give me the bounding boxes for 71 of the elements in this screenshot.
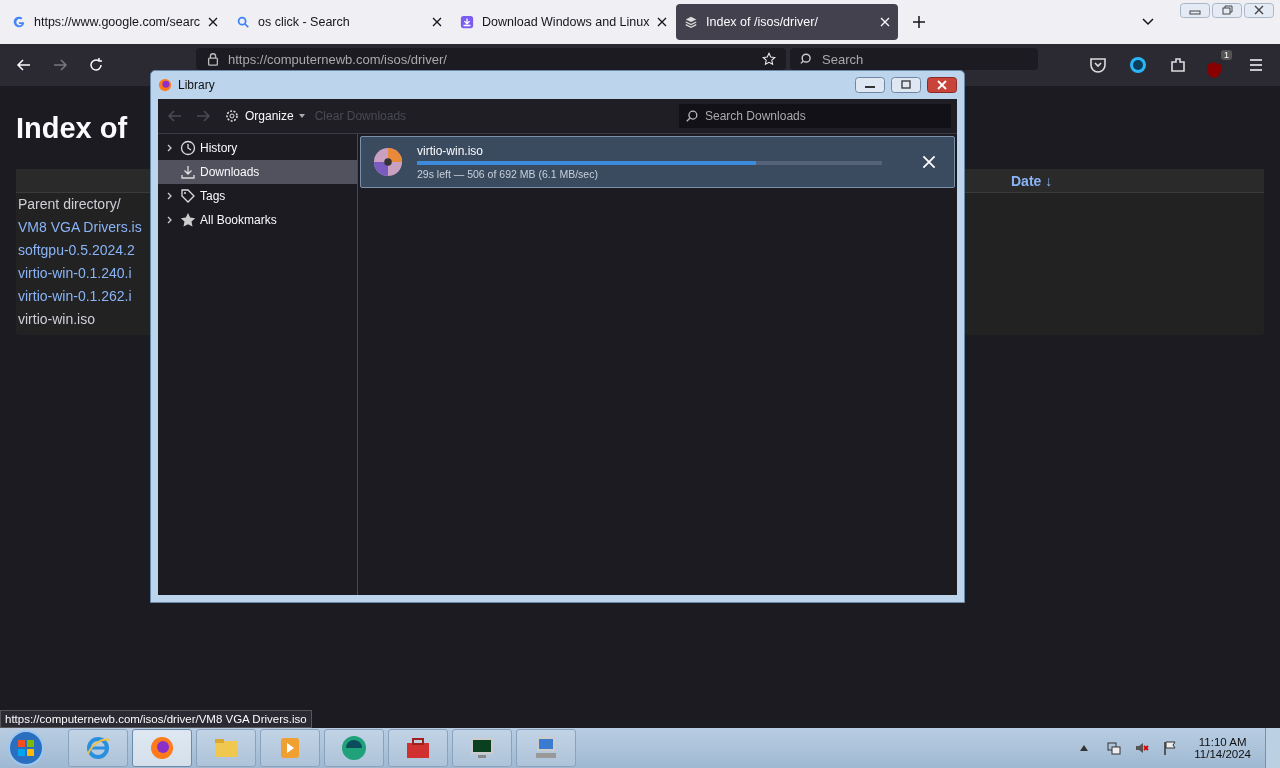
search-field[interactable]: Search [790,48,1038,70]
download-item[interactable]: virtio-win.iso 29s left — 506 of 692 MB (6.1 MB/sec) [360,136,955,188]
link-status-tooltip: https://computernewb.com/isos/driver/VM8 VGA Drivers.iso [0,710,312,728]
star-icon [180,212,196,228]
search-icon [800,52,814,66]
download-icon [460,15,474,29]
new-tab-button[interactable] [912,15,926,29]
browser-tab[interactable]: Index of /isos/driver/ [676,4,898,40]
tab-list-button[interactable] [1142,18,1154,26]
lock-icon [206,52,220,66]
network-icon[interactable] [1106,740,1123,756]
sidebar-item[interactable]: History [158,136,357,160]
shield-icon [1204,60,1224,80]
search-icon [236,15,250,29]
gear-icon [224,108,240,124]
file-link[interactable]: virtio-win-0.1.240.i [16,262,132,285]
file-link[interactable]: Parent directory/ [16,193,121,216]
show-hidden-icons-button[interactable] [1080,745,1089,751]
file-link[interactable]: virtio-win-0.1.262.i [16,285,132,308]
file-link[interactable]: VM8 VGA Drivers.is [16,216,142,239]
maximize-button[interactable] [891,77,921,93]
sidebar-item[interactable]: All Bookmarks [158,208,357,232]
extensions-icon[interactable] [1168,55,1188,75]
browser-tab[interactable]: os click - Search [228,4,450,40]
taskbar-app-button[interactable] [452,729,512,767]
page-heading: Index of [16,112,128,145]
notification-badge: 1 [1221,50,1232,60]
time-text[interactable]: 11:10 AM [1198,736,1247,748]
search-icon [685,109,699,123]
firefox-icon [158,78,172,92]
date-text[interactable]: 11/14/2024 [1194,748,1251,760]
file-name: virtio-win.iso [417,144,484,158]
start-button[interactable] [6,728,46,768]
search-downloads-field[interactable]: Search Downloads [679,104,951,128]
globe-icon [340,734,368,762]
date-column-header[interactable]: Date ↓ [1011,172,1053,189]
download-status: 29s left — 506 of 692 MB (6.1 MB/sec) [417,168,599,180]
taskbar-app-button[interactable] [324,729,384,767]
disc-icon [373,147,403,177]
close-icon[interactable] [208,17,219,27]
sidebar-item[interactable]: Downloads [158,160,357,184]
browser-tab[interactable]: https://www.google.com/searc [4,4,226,40]
taskbar-app-button[interactable] [132,729,192,767]
sidebar-item[interactable]: Tags [158,184,357,208]
close-button[interactable] [927,77,957,93]
close-button[interactable] [1244,3,1274,18]
flag-icon[interactable] [1162,740,1179,756]
pocket-icon[interactable] [1088,55,1108,75]
firefox-icon [148,734,176,762]
account-icon[interactable] [1128,55,1148,75]
caret-icon [298,114,305,118]
minimize-button[interactable] [855,77,885,93]
browser-globe-icon [84,734,112,762]
tag-icon [180,188,196,204]
bookmark-star-icon[interactable] [762,52,776,66]
close-icon[interactable] [657,17,668,27]
window-title: Library [178,78,215,92]
restore-button[interactable] [1212,3,1242,18]
clock-icon [180,140,196,156]
address-bar[interactable]: https://computernewb.com/isos/driver/ [196,48,786,70]
stack-icon [684,15,698,29]
close-icon[interactable] [432,17,442,27]
download-icon [180,164,196,180]
muted-speaker-icon[interactable] [1134,740,1151,756]
taskbar-app-button[interactable] [388,729,448,767]
file-link[interactable]: virtio-win.iso [16,308,95,331]
shield-extension-button[interactable]: 1 [1204,50,1232,80]
browser-tab[interactable]: Download Windows and Linux [452,4,674,40]
organize-button[interactable]: Organize [220,108,309,124]
google-icon [12,15,26,29]
file-link[interactable]: softgpu-0.5.2024.2 [16,239,135,262]
